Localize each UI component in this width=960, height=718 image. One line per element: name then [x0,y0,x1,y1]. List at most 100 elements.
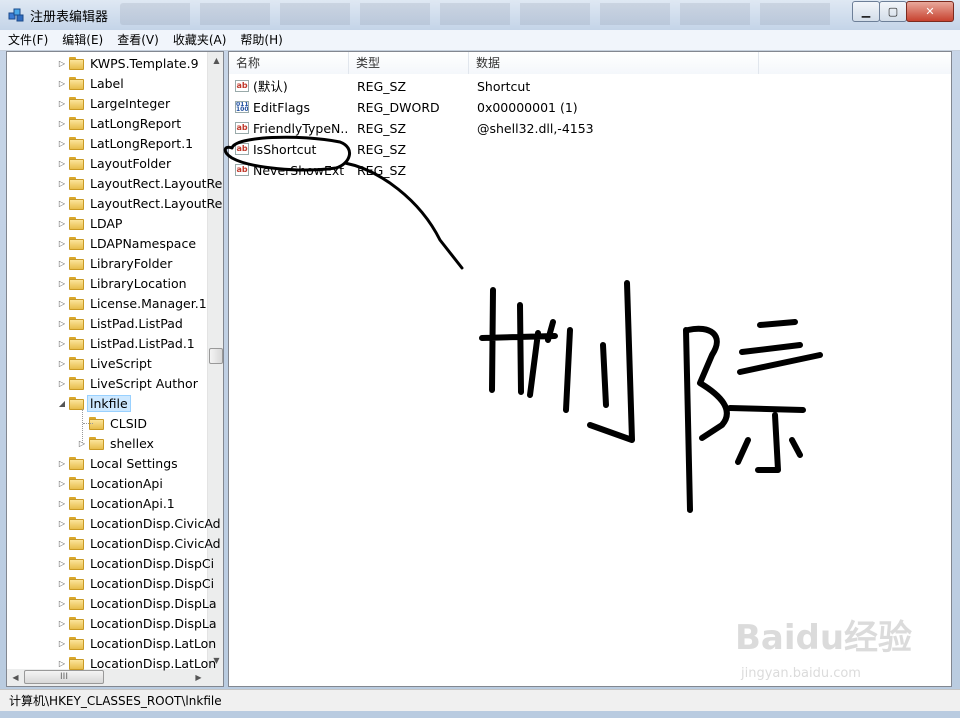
tree-item[interactable]: ▷ LocationDisp.DispLa [57,593,217,613]
tree-item[interactable]: ▷ LayoutFolder [57,153,171,173]
tree-item[interactable]: ▷ Local Settings [57,453,178,473]
collapsed-arrow-icon[interactable]: ▷ [57,379,67,388]
tree-item[interactable]: ◢ lnkfile [57,393,131,413]
collapsed-arrow-icon[interactable]: ▷ [57,259,67,268]
collapsed-arrow-icon[interactable]: ▷ [57,619,67,628]
collapsed-arrow-icon[interactable]: ▷ [57,79,67,88]
column-header-empty [759,52,951,74]
collapsed-arrow-icon[interactable]: ▷ [57,119,67,128]
tree-item[interactable]: ▷ shellex [77,433,154,453]
column-header-name[interactable]: 名称 [229,52,349,74]
menu-bar: 文件(F) 编辑(E) 查看(V) 收藏夹(A) 帮助(H) [0,30,960,51]
tree-item[interactable]: ▷ LocationDisp.DispLa [57,613,217,633]
scroll-left-icon[interactable]: ◀ [7,669,24,686]
tree-item-label: LocationDisp.DispCi [90,555,215,571]
tree-item[interactable]: ▷ LatLongReport [57,113,181,133]
tree-item[interactable]: ▷ LiveScript [57,353,152,373]
value-name: IsShortcut [253,142,317,157]
watermark-url: jingyan.baidu.com [741,666,861,681]
tree-item[interactable]: ▷ KWPS.Template.9 [57,53,199,73]
tree-item[interactable]: ▷ LatLongReport.1 [57,133,193,153]
folder-icon [69,516,85,530]
collapsed-arrow-icon[interactable]: ▷ [57,199,67,208]
tree-item[interactable]: ▷ LocationDisp.CivicAd [57,533,221,553]
collapsed-arrow-icon[interactable]: ▷ [57,179,67,188]
tree-item[interactable]: ▷ LargeInteger [57,93,170,113]
menu-edit[interactable]: 编辑(E) [54,30,109,50]
tree-item[interactable]: ▷ ListPad.ListPad.1 [57,333,195,353]
collapsed-arrow-icon[interactable]: ▷ [57,319,67,328]
collapsed-arrow-icon[interactable]: ▷ [57,99,67,108]
collapsed-arrow-icon[interactable]: ▷ [57,559,67,568]
value-type: REG_SZ [357,79,407,94]
tree-item[interactable]: ▷ LDAPNamespace [57,233,196,253]
collapsed-arrow-icon[interactable]: ▷ [57,59,67,68]
tree-item[interactable]: ▷ LayoutRect.LayoutRe [57,193,222,213]
collapsed-arrow-icon[interactable]: ▷ [57,639,67,648]
collapsed-arrow-icon[interactable]: ▷ [57,479,67,488]
collapsed-arrow-icon[interactable]: ▷ [57,599,67,608]
tree-item[interactable]: ▷ LDAP [57,213,123,233]
tree-item[interactable]: ▷ LibraryFolder [57,253,172,273]
collapsed-arrow-icon[interactable]: ▷ [57,499,67,508]
tree-item[interactable]: ▷ ListPad.ListPad [57,313,183,333]
collapsed-arrow-icon[interactable]: ▷ [57,239,67,248]
registry-values-list[interactable]: 名称 类型 数据 ab (默认) REG_SZ Shortcut 0110 1001 Ed… [228,51,952,687]
tree-item[interactable]: ▷ LocationApi [57,473,163,493]
collapsed-arrow-icon[interactable]: ▷ [57,459,67,468]
tree-item[interactable]: ▷ LiveScript Author [57,373,198,393]
scroll-thumb[interactable] [209,348,223,364]
folder-icon [69,296,85,310]
collapsed-arrow-icon[interactable]: ▷ [57,219,67,228]
collapsed-arrow-icon[interactable]: ▷ [57,579,67,588]
menu-help[interactable]: 帮助(H) [232,30,288,50]
title-bar[interactable]: 注册表编辑器 ▁ ▢ ✕ [0,0,960,30]
expanded-arrow-icon[interactable]: ◢ [57,399,67,408]
scroll-up-icon[interactable]: ▲ [208,52,223,69]
menu-file[interactable]: 文件(F) [0,30,54,50]
collapsed-arrow-icon[interactable]: ▷ [57,519,67,528]
tree-item-label: LatLongReport [90,115,182,131]
value-row[interactable]: ab FriendlyTypeN... REG_SZ @shell32.dll,-41… [229,118,949,139]
tree-item-label: CLSID [110,415,147,431]
collapsed-arrow-icon[interactable]: ▷ [57,279,67,288]
folder-icon [69,356,85,370]
regedit-app-icon [8,8,24,22]
collapsed-arrow-icon[interactable]: ▷ [57,539,67,548]
maximize-button[interactable]: ▢ [879,1,907,22]
collapsed-arrow-icon[interactable]: ▷ [57,299,67,308]
tree-item[interactable]: ▷ Label [57,73,124,93]
column-header-data[interactable]: 数据 [469,52,759,74]
tree-item[interactable]: ▷ LibraryLocation [57,273,187,293]
tree-item[interactable]: ▷ LocationApi.1 [57,493,175,513]
value-row[interactable]: ab (默认) REG_SZ Shortcut [229,76,949,97]
tree-item[interactable]: ▷ LocationDisp.DispCi [57,573,214,593]
collapsed-arrow-icon[interactable]: ▷ [57,339,67,348]
close-icon: ✕ [925,5,935,18]
value-row[interactable]: ab NeverShowExt REG_SZ [229,160,949,181]
tree-item[interactable]: ▷ LocationDisp.LatLon [57,653,216,673]
value-row[interactable]: 0110 1001 EditFlags REG_DWORD 0x00000001 (1… [229,97,949,118]
tree-item[interactable]: ▷ LocationDisp.DispCi [57,553,214,573]
folder-icon [69,196,85,210]
minimize-button[interactable]: ▁ [852,1,880,22]
collapsed-arrow-icon[interactable]: ▷ [57,159,67,168]
close-button[interactable]: ✕ [906,1,954,22]
collapsed-arrow-icon[interactable]: ▷ [57,659,67,668]
menu-favorites[interactable]: 收藏夹(A) [165,30,233,50]
value-row[interactable]: ab IsShortcut REG_SZ [229,139,949,160]
folder-icon [69,96,85,110]
collapsed-arrow-icon[interactable]: ▷ [57,139,67,148]
menu-view[interactable]: 查看(V) [109,30,165,50]
tree-item[interactable]: ▷ LocationDisp.LatLon [57,633,216,653]
tree-item-label: Label [90,75,124,91]
tree-connector [82,409,83,443]
tree-item-label: LocationApi.1 [90,495,175,511]
registry-key-tree[interactable]: ▲ ▼ ◀ III ▶ ▷ KWPS.Template.9 ▷ Label ▷ Large… [6,51,224,687]
folder-icon [69,76,85,90]
tree-item[interactable]: ▷ LocationDisp.CivicAd [57,513,221,533]
column-header-type[interactable]: 类型 [349,52,469,74]
tree-item[interactable]: ▷ License.Manager.1 [57,293,207,313]
tree-item[interactable]: ▷ LayoutRect.LayoutRe [57,173,222,193]
collapsed-arrow-icon[interactable]: ▷ [57,359,67,368]
